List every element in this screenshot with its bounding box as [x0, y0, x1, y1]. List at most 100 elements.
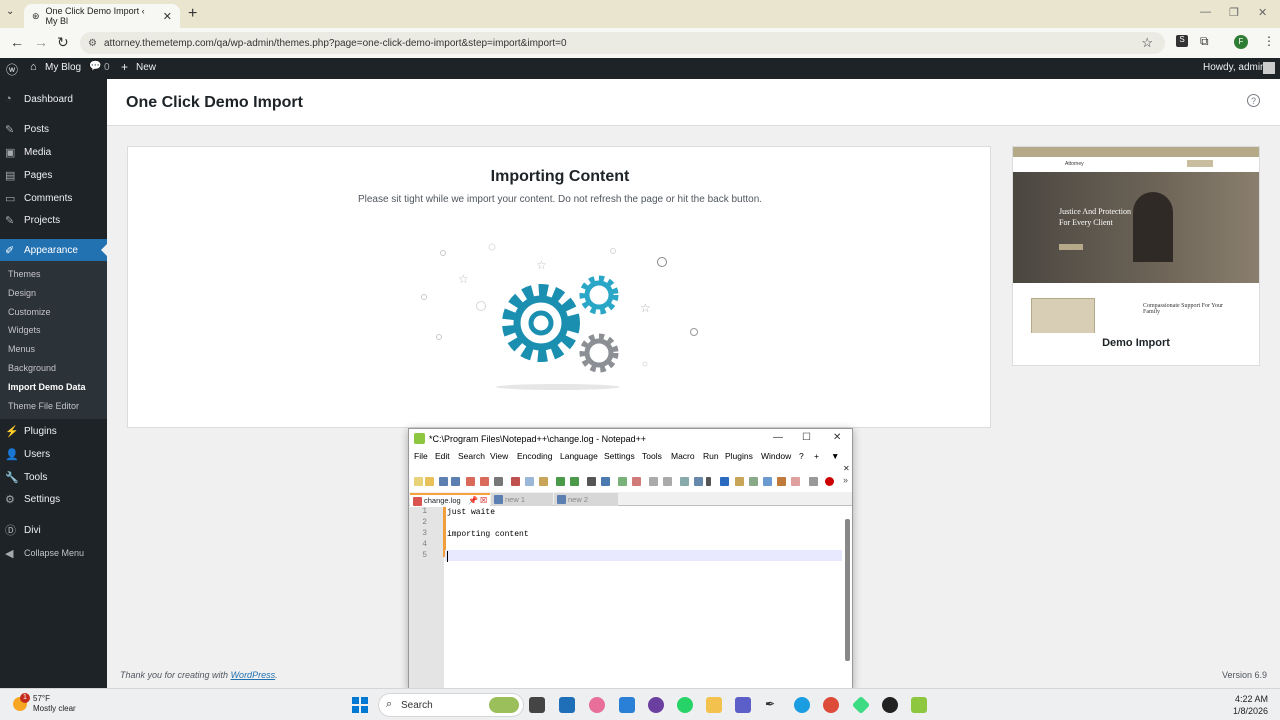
print-icon[interactable]: [494, 477, 503, 486]
close-all-icon[interactable]: [480, 477, 489, 486]
profile-avatar[interactable]: F: [1234, 35, 1248, 49]
dropdown-icon[interactable]: [706, 477, 711, 486]
start-icon[interactable]: [352, 697, 368, 713]
paste-icon[interactable]: [539, 477, 548, 486]
new-file-icon[interactable]: [414, 477, 423, 486]
sidebar-item-appearance[interactable]: ✐ Appearance: [0, 239, 107, 261]
record-macro-icon[interactable]: [825, 477, 834, 486]
menu-window[interactable]: Window: [761, 451, 791, 461]
file-explorer-icon[interactable]: [706, 697, 722, 713]
doc-list-icon[interactable]: [763, 477, 772, 486]
close-file-icon[interactable]: [466, 477, 475, 486]
redo-icon[interactable]: [570, 477, 579, 486]
comments-count[interactable]: 0: [104, 62, 110, 73]
sidebar-item-pages[interactable]: ▤ Pages: [0, 164, 107, 186]
copy-icon[interactable]: [525, 477, 534, 486]
pen-icon[interactable]: ✒: [765, 697, 781, 713]
show-all-chars-icon[interactable]: [694, 477, 703, 486]
function-list-icon[interactable]: [777, 477, 786, 486]
wordpress-logo-icon[interactable]: ⓦ: [6, 61, 18, 78]
new-content-link[interactable]: New: [136, 62, 156, 73]
copilot-icon[interactable]: [589, 697, 605, 713]
menu-language[interactable]: Language: [560, 451, 598, 461]
menu-tools[interactable]: Tools: [642, 451, 662, 461]
tab-new-1[interactable]: new 1: [491, 493, 553, 506]
extension-s-icon[interactable]: S: [1176, 35, 1188, 47]
menu-encoding[interactable]: Encoding: [517, 451, 552, 461]
submenu-customize[interactable]: Customize: [8, 307, 51, 317]
replace-icon[interactable]: [601, 477, 610, 486]
extensions-puzzle-icon[interactable]: ⧉: [1200, 34, 1209, 49]
taskbar-search[interactable]: ⌕ Search: [378, 693, 524, 717]
notepad-minimize-icon[interactable]: —: [773, 432, 783, 443]
udl-icon[interactable]: [735, 477, 744, 486]
browser-menu-icon[interactable]: ⋮: [1263, 34, 1275, 48]
chrome-icon[interactable]: [823, 697, 839, 713]
teams-icon[interactable]: [735, 697, 751, 713]
zoom-out-icon[interactable]: [632, 477, 641, 486]
notepadpp-taskbar-icon[interactable]: [911, 697, 927, 713]
restore-icon[interactable]: ❐: [1229, 6, 1239, 19]
open-file-icon[interactable]: [425, 477, 434, 486]
sidebar-item-plugins[interactable]: ⚡ Plugins: [0, 420, 107, 442]
pin-tab-icon[interactable]: 📌: [468, 496, 478, 505]
sidebar-item-users[interactable]: 👤 Users: [0, 443, 107, 465]
menu-view[interactable]: View: [490, 451, 508, 461]
submenu-import-demo-data[interactable]: Import Demo Data: [8, 382, 86, 392]
menu-macro[interactable]: Macro: [671, 451, 695, 461]
notepad-maximize-icon[interactable]: ☐: [802, 432, 811, 443]
forward-icon[interactable]: →: [34, 34, 48, 50]
submenu-design[interactable]: Design: [8, 288, 36, 298]
url-field[interactable]: ⚙ attorney.themetemp.com/qa/wp-admin/the…: [80, 32, 1165, 54]
back-icon[interactable]: ←: [10, 34, 24, 50]
store-icon[interactable]: [559, 697, 575, 713]
sidebar-item-divi[interactable]: Ⓓ Divi: [0, 519, 107, 541]
save-icon[interactable]: [439, 477, 448, 486]
menu-plus[interactable]: +: [814, 451, 819, 461]
undo-icon[interactable]: [556, 477, 565, 486]
submenu-menus[interactable]: Menus: [8, 344, 35, 354]
whatsapp-icon[interactable]: [677, 697, 693, 713]
new-tab-icon[interactable]: +: [188, 5, 197, 23]
weather-widget[interactable]: 57°F Mostly clear: [33, 694, 76, 714]
help-icon[interactable]: ?: [1247, 94, 1260, 107]
find-icon[interactable]: [587, 477, 596, 486]
close-window-icon[interactable]: ✕: [1258, 6, 1267, 19]
notepad-titlebar[interactable]: *C:\Program Files\Notepad++\change.log -…: [409, 429, 852, 449]
word-wrap-icon[interactable]: [680, 477, 689, 486]
cut-icon[interactable]: [511, 477, 520, 486]
site-info-icon[interactable]: ⚙: [88, 38, 97, 49]
monitor-icon[interactable]: [809, 477, 818, 486]
sync-h-icon[interactable]: [663, 477, 672, 486]
tab-change-log[interactable]: change.log 📌 ☒: [410, 493, 490, 506]
wordpress-link[interactable]: WordPress: [231, 670, 276, 680]
howdy-account[interactable]: Howdy, admin: [1203, 62, 1266, 73]
sidebar-item-settings[interactable]: ⚙ Settings: [0, 488, 107, 510]
submenu-widgets[interactable]: Widgets: [8, 325, 41, 335]
minimize-icon[interactable]: —: [1200, 6, 1211, 18]
tab-new-2[interactable]: new 2: [554, 493, 618, 506]
doc-map-icon[interactable]: [749, 477, 758, 486]
close-tab-icon[interactable]: ✕: [163, 10, 172, 23]
close-tab-icon[interactable]: ☒: [480, 496, 487, 505]
save-all-icon[interactable]: [451, 477, 460, 486]
notepad-window[interactable]: *C:\Program Files\Notepad++\change.log -…: [408, 428, 853, 691]
github-icon[interactable]: [882, 697, 898, 713]
submenu-background[interactable]: Background: [8, 363, 56, 373]
android-studio-icon[interactable]: [851, 695, 871, 715]
browser-tab[interactable]: ⊛ One Click Demo Import ‹ My Bl ✕: [24, 4, 180, 28]
sidebar-item-posts[interactable]: ✎ Posts: [0, 118, 107, 140]
menu-dropdown[interactable]: ▼: [831, 451, 839, 461]
sidebar-item-tools[interactable]: 🔧 Tools: [0, 466, 107, 488]
notepad-close-icon[interactable]: ✕: [833, 432, 841, 443]
submenu-themes[interactable]: Themes: [8, 269, 41, 279]
menu-file[interactable]: File: [414, 451, 428, 461]
menu-settings[interactable]: Settings: [604, 451, 635, 461]
demo-preview-card[interactable]: Attorney Justice And Protection For Ever…: [1012, 146, 1260, 366]
toolbar-overflow-icon[interactable]: »: [843, 475, 848, 485]
task-view-icon[interactable]: [529, 697, 545, 713]
bookmark-star-icon[interactable]: ☆: [1141, 35, 1153, 51]
tab-list-icon[interactable]: ⌄: [6, 6, 14, 17]
editor-text-area[interactable]: just waite importing content: [447, 507, 842, 691]
vertical-scrollbar[interactable]: [845, 519, 850, 661]
